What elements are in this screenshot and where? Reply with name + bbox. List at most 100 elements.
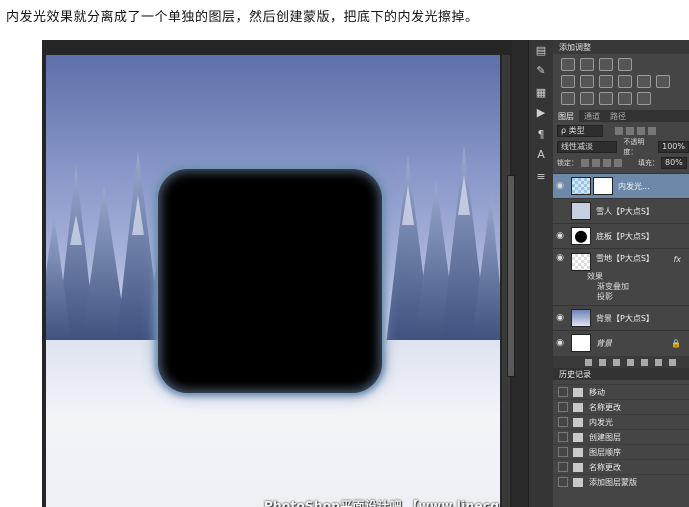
fx-badge[interactable]: fx	[673, 255, 681, 264]
history-item[interactable]: 创建图层	[553, 429, 689, 444]
history-item[interactable]: 添加图层蒙版	[553, 474, 689, 489]
properties-icon[interactable]: ≡	[533, 170, 549, 184]
lock-transparent-icon[interactable]	[581, 159, 589, 167]
delete-layer-icon[interactable]	[669, 358, 676, 366]
canvas-scrollbar[interactable]	[502, 55, 515, 507]
right-panels: 添加调整 图层 通道 路径 ρ 类型 线性减淡 不透明度： 100% 锁定： 填…	[553, 40, 689, 507]
layer-mask-thumbnail[interactable]	[593, 177, 613, 195]
lock-all-icon[interactable]	[614, 159, 622, 167]
history-snapshot-box[interactable]	[558, 402, 568, 412]
photoshop-screenshot: PhotoShop平面设计吧 【www.linecg.com/tieba/178…	[42, 40, 689, 507]
document-canvas[interactable]: PhotoShop平面设计吧 【www.linecg.com/tieba/178…	[46, 55, 500, 507]
history-snapshot-box[interactable]	[558, 462, 568, 472]
blend-mode-select[interactable]: 线性减淡（添...	[557, 141, 618, 153]
tab-channels[interactable]: 通道	[579, 110, 605, 122]
visibility-eye-icon[interactable]: ◉	[553, 313, 567, 323]
history-step-label: 创建图层	[589, 432, 621, 442]
watermark-text: PhotoShop平面设计吧 【www.linecg.com/tieba/178…	[264, 499, 500, 507]
layer-filter-select[interactable]: ρ 类型	[557, 125, 603, 137]
layer-name: 背景	[596, 338, 612, 348]
levels-icon[interactable]	[580, 58, 594, 71]
visibility-eye-icon[interactable]: ◉	[553, 181, 567, 191]
layer-name: 底板【P大点S】	[596, 231, 654, 241]
curves-icon[interactable]	[599, 58, 613, 71]
history-snapshot-box[interactable]	[558, 447, 568, 457]
layer-row-snowman[interactable]: 雪人【P大点S】	[553, 198, 689, 223]
paragraph-icon[interactable]: ¶	[533, 128, 549, 142]
layer-row-base-board[interactable]: ◉ 底板【P大点S】	[553, 223, 689, 248]
history-snapshot-box[interactable]	[558, 432, 568, 442]
history-step-icon	[573, 477, 583, 487]
tab-layers[interactable]: 图层	[553, 110, 579, 122]
layer-row-inner-glow[interactable]: ◉ 内发光...	[553, 173, 689, 198]
posterize-icon[interactable]	[580, 92, 594, 105]
visibility-eye-icon[interactable]: ◉	[553, 231, 567, 241]
history-item[interactable]: 移动	[553, 384, 689, 399]
new-adjustment-icon[interactable]	[627, 358, 634, 366]
actions-icon[interactable]: ▶	[533, 106, 549, 120]
selective-color-icon[interactable]	[637, 92, 651, 105]
panel-icon-strip: ▤ ✎ ▦ ▶ ¶ A ≡	[528, 40, 553, 507]
photo-filter-icon[interactable]	[637, 75, 651, 88]
channel-mixer-icon[interactable]	[656, 75, 670, 88]
filter-adjust-icon[interactable]	[626, 127, 634, 135]
layer-thumbnail	[571, 309, 591, 327]
add-style-icon[interactable]	[599, 358, 606, 366]
history-snapshot-box[interactable]	[558, 417, 568, 427]
lock-label: 锁定：	[557, 159, 578, 167]
filter-pixel-icon[interactable]	[615, 127, 623, 135]
layer-row-background-named[interactable]: ◉ 背景【P大点S】	[553, 305, 689, 330]
history-item[interactable]: 内发光	[553, 414, 689, 429]
gradient-map-icon[interactable]	[618, 92, 632, 105]
hue-saturation-icon[interactable]	[580, 75, 594, 88]
invert-icon[interactable]	[561, 92, 575, 105]
lock-pixels-icon[interactable]	[592, 159, 600, 167]
history-step-label: 添加图层蒙版	[589, 477, 637, 487]
vibrance-icon[interactable]	[561, 75, 575, 88]
history-step-icon	[573, 402, 583, 412]
add-mask-icon[interactable]	[613, 358, 620, 366]
opacity-field[interactable]: 100%	[658, 141, 689, 153]
character-icon[interactable]: A	[533, 148, 549, 162]
brightness-icon[interactable]	[561, 58, 575, 71]
layer-thumbnail	[571, 227, 591, 245]
link-layers-icon[interactable]	[585, 358, 592, 366]
filter-shape-icon[interactable]	[648, 127, 656, 135]
inner-glow-effect	[158, 169, 382, 393]
layer-row-snow-ground[interactable]: ◉ 雪地【P大点S】 fx 效果 渐变叠加 投影	[553, 248, 689, 301]
exposure-icon[interactable]	[618, 58, 632, 71]
visibility-eye-icon[interactable]: ◉	[553, 253, 567, 263]
history-item[interactable]: 名称更改	[553, 399, 689, 414]
color-balance-icon[interactable]	[599, 75, 613, 88]
filter-type-icon[interactable]	[637, 127, 645, 135]
scrollbar-thumb[interactable]	[507, 175, 515, 377]
history-step-icon	[573, 387, 583, 397]
effect-drop-shadow[interactable]: 投影	[597, 291, 613, 302]
new-group-icon[interactable]	[641, 358, 648, 366]
tutorial-caption: 内发光效果就分离成了一个单独的图层，然后创建蒙版，把底下的内发光擦掉。	[6, 10, 479, 25]
opacity-label: 不透明度：	[623, 138, 645, 156]
lock-fill-row: 锁定： 填充： 80%	[553, 156, 689, 170]
layer-thumbnail	[571, 177, 591, 195]
threshold-icon[interactable]	[599, 92, 613, 105]
layer-row-background[interactable]: ◉ 背景 🔒	[553, 330, 689, 355]
history-snapshot-box[interactable]	[558, 477, 568, 487]
visibility-eye-icon[interactable]: ◉	[553, 338, 567, 348]
adjustment-icons-row-2	[561, 75, 670, 88]
history-step-label: 图层顺序	[589, 447, 621, 457]
layer-comps-icon[interactable]: ▦	[533, 86, 549, 100]
history-step-icon	[573, 417, 583, 427]
history-item[interactable]: 图层顺序	[553, 444, 689, 459]
brush-preset-icon[interactable]: ✎	[533, 64, 549, 78]
black-white-icon[interactable]	[618, 75, 632, 88]
history-snapshot-box[interactable]	[558, 387, 568, 397]
history-item[interactable]: 名称更改	[553, 459, 689, 474]
history-step-label: 名称更改	[589, 402, 621, 412]
history-step-label: 内发光	[589, 417, 613, 427]
tab-paths[interactable]: 路径	[605, 110, 631, 122]
history-panel-icon[interactable]: ▤	[533, 44, 549, 58]
black-rounded-square-layer[interactable]	[158, 169, 382, 393]
lock-position-icon[interactable]	[603, 159, 611, 167]
new-layer-icon[interactable]	[655, 358, 662, 366]
fill-field[interactable]: 80%	[661, 157, 687, 169]
